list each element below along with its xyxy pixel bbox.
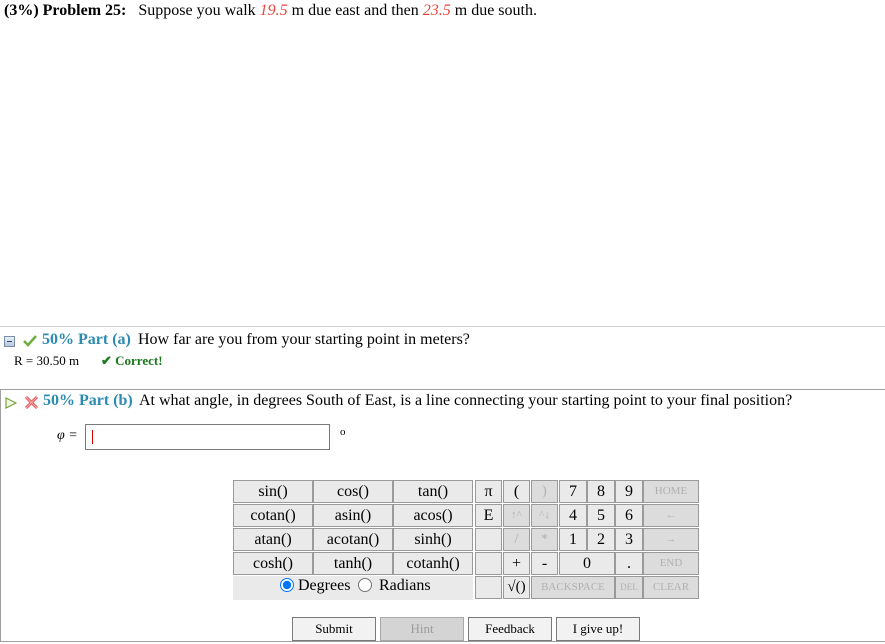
atan-button[interactable]: atan() — [233, 528, 313, 551]
sin-button[interactable]: sin() — [233, 480, 313, 503]
expand-part-b-icon[interactable] — [5, 397, 17, 409]
radians-radio[interactable] — [358, 578, 372, 592]
part-b-title: 50% Part (b) — [43, 392, 133, 409]
divide-key[interactable]: / — [503, 528, 530, 551]
degree-unit: o — [340, 426, 346, 438]
problem-statement: (3%) Problem 25: Suppose you walk 19.5 m… — [4, 2, 537, 20]
nine-key[interactable]: 9 — [615, 480, 643, 503]
cos-button[interactable]: cos() — [313, 480, 393, 503]
divider — [0, 326, 885, 327]
problem-points: (3%) — [4, 2, 39, 19]
end-key[interactable]: END — [643, 552, 699, 575]
answer-input[interactable] — [85, 424, 330, 450]
home-key[interactable]: HOME — [643, 480, 699, 503]
problem-text-1: Suppose you walk — [138, 2, 256, 19]
pi-key[interactable]: π — [475, 480, 502, 503]
cross-icon — [24, 395, 39, 410]
minus-key[interactable]: - — [531, 552, 558, 575]
plus-key[interactable]: + — [503, 552, 530, 575]
part-a-title: 50% Part (a) — [42, 331, 131, 348]
asin-button[interactable]: asin() — [313, 504, 393, 527]
left-arrow-key[interactable]: ← — [643, 504, 699, 527]
hint-button[interactable]: Hint — [380, 617, 464, 641]
five-key[interactable]: 5 — [587, 504, 615, 527]
blank-key — [475, 576, 502, 599]
one-key[interactable]: 1 — [559, 528, 587, 551]
part-a-answer: R = 30.50 m — [14, 353, 80, 368]
part-b-question: At what angle, in degrees South of East,… — [139, 392, 793, 409]
part-a-question: How far are you from your starting point… — [138, 331, 470, 348]
correct-badge: ✔ Correct! — [101, 353, 163, 368]
south-value: 23.5 — [422, 2, 451, 19]
zero-key[interactable]: 0 — [559, 552, 615, 575]
right-arrow-key[interactable]: → — [643, 528, 699, 551]
radians-label: Radians — [379, 577, 431, 594]
cotanh-button[interactable]: cotanh() — [393, 552, 473, 575]
cotan-button[interactable]: cotan() — [233, 504, 313, 527]
feedback-button[interactable]: Feedback — [468, 617, 552, 641]
give-up-button[interactable]: I give up! — [556, 617, 640, 641]
tan-button[interactable]: tan() — [393, 480, 473, 503]
collapse-part-a-icon[interactable] — [4, 336, 15, 347]
clear-key[interactable]: CLEAR — [643, 576, 699, 599]
eight-key[interactable]: 8 — [587, 480, 615, 503]
phi-label: φ = — [57, 428, 78, 443]
degrees-label: Degrees — [298, 577, 351, 594]
acotan-button[interactable]: acotan() — [313, 528, 393, 551]
subscript-key[interactable]: ^↓ — [531, 504, 558, 527]
four-key[interactable]: 4 — [559, 504, 587, 527]
decimal-key[interactable]: . — [615, 552, 643, 575]
blank-key — [475, 528, 502, 551]
sqrt-key[interactable]: √() — [503, 576, 530, 599]
angle-mode-group — [233, 576, 473, 600]
six-key[interactable]: 6 — [615, 504, 643, 527]
seven-key[interactable]: 7 — [559, 480, 587, 503]
problem-text-2: m due east and then — [291, 2, 419, 19]
left-paren-key[interactable]: ( — [503, 480, 530, 503]
cosh-button[interactable]: cosh() — [233, 552, 313, 575]
superscript-key[interactable]: ↑^ — [503, 504, 530, 527]
east-value: 19.5 — [259, 2, 288, 19]
tanh-button[interactable]: tanh() — [313, 552, 393, 575]
problem-text-3: m due south. — [454, 2, 537, 19]
degrees-radio[interactable] — [280, 578, 294, 592]
blank-key — [475, 552, 502, 575]
multiply-key[interactable]: * — [531, 528, 558, 551]
sinh-button[interactable]: sinh() — [393, 528, 473, 551]
problem-number: Problem 25: — [42, 2, 127, 19]
delete-key[interactable]: DEL — [615, 576, 643, 599]
e-key[interactable]: E — [475, 504, 502, 527]
acos-button[interactable]: acos() — [393, 504, 473, 527]
two-key[interactable]: 2 — [587, 528, 615, 551]
right-paren-key[interactable]: ) — [531, 480, 558, 503]
check-icon — [23, 335, 37, 347]
submit-button[interactable]: Submit — [292, 617, 376, 641]
three-key[interactable]: 3 — [615, 528, 643, 551]
backspace-key[interactable]: BACKSPACE — [531, 576, 615, 599]
